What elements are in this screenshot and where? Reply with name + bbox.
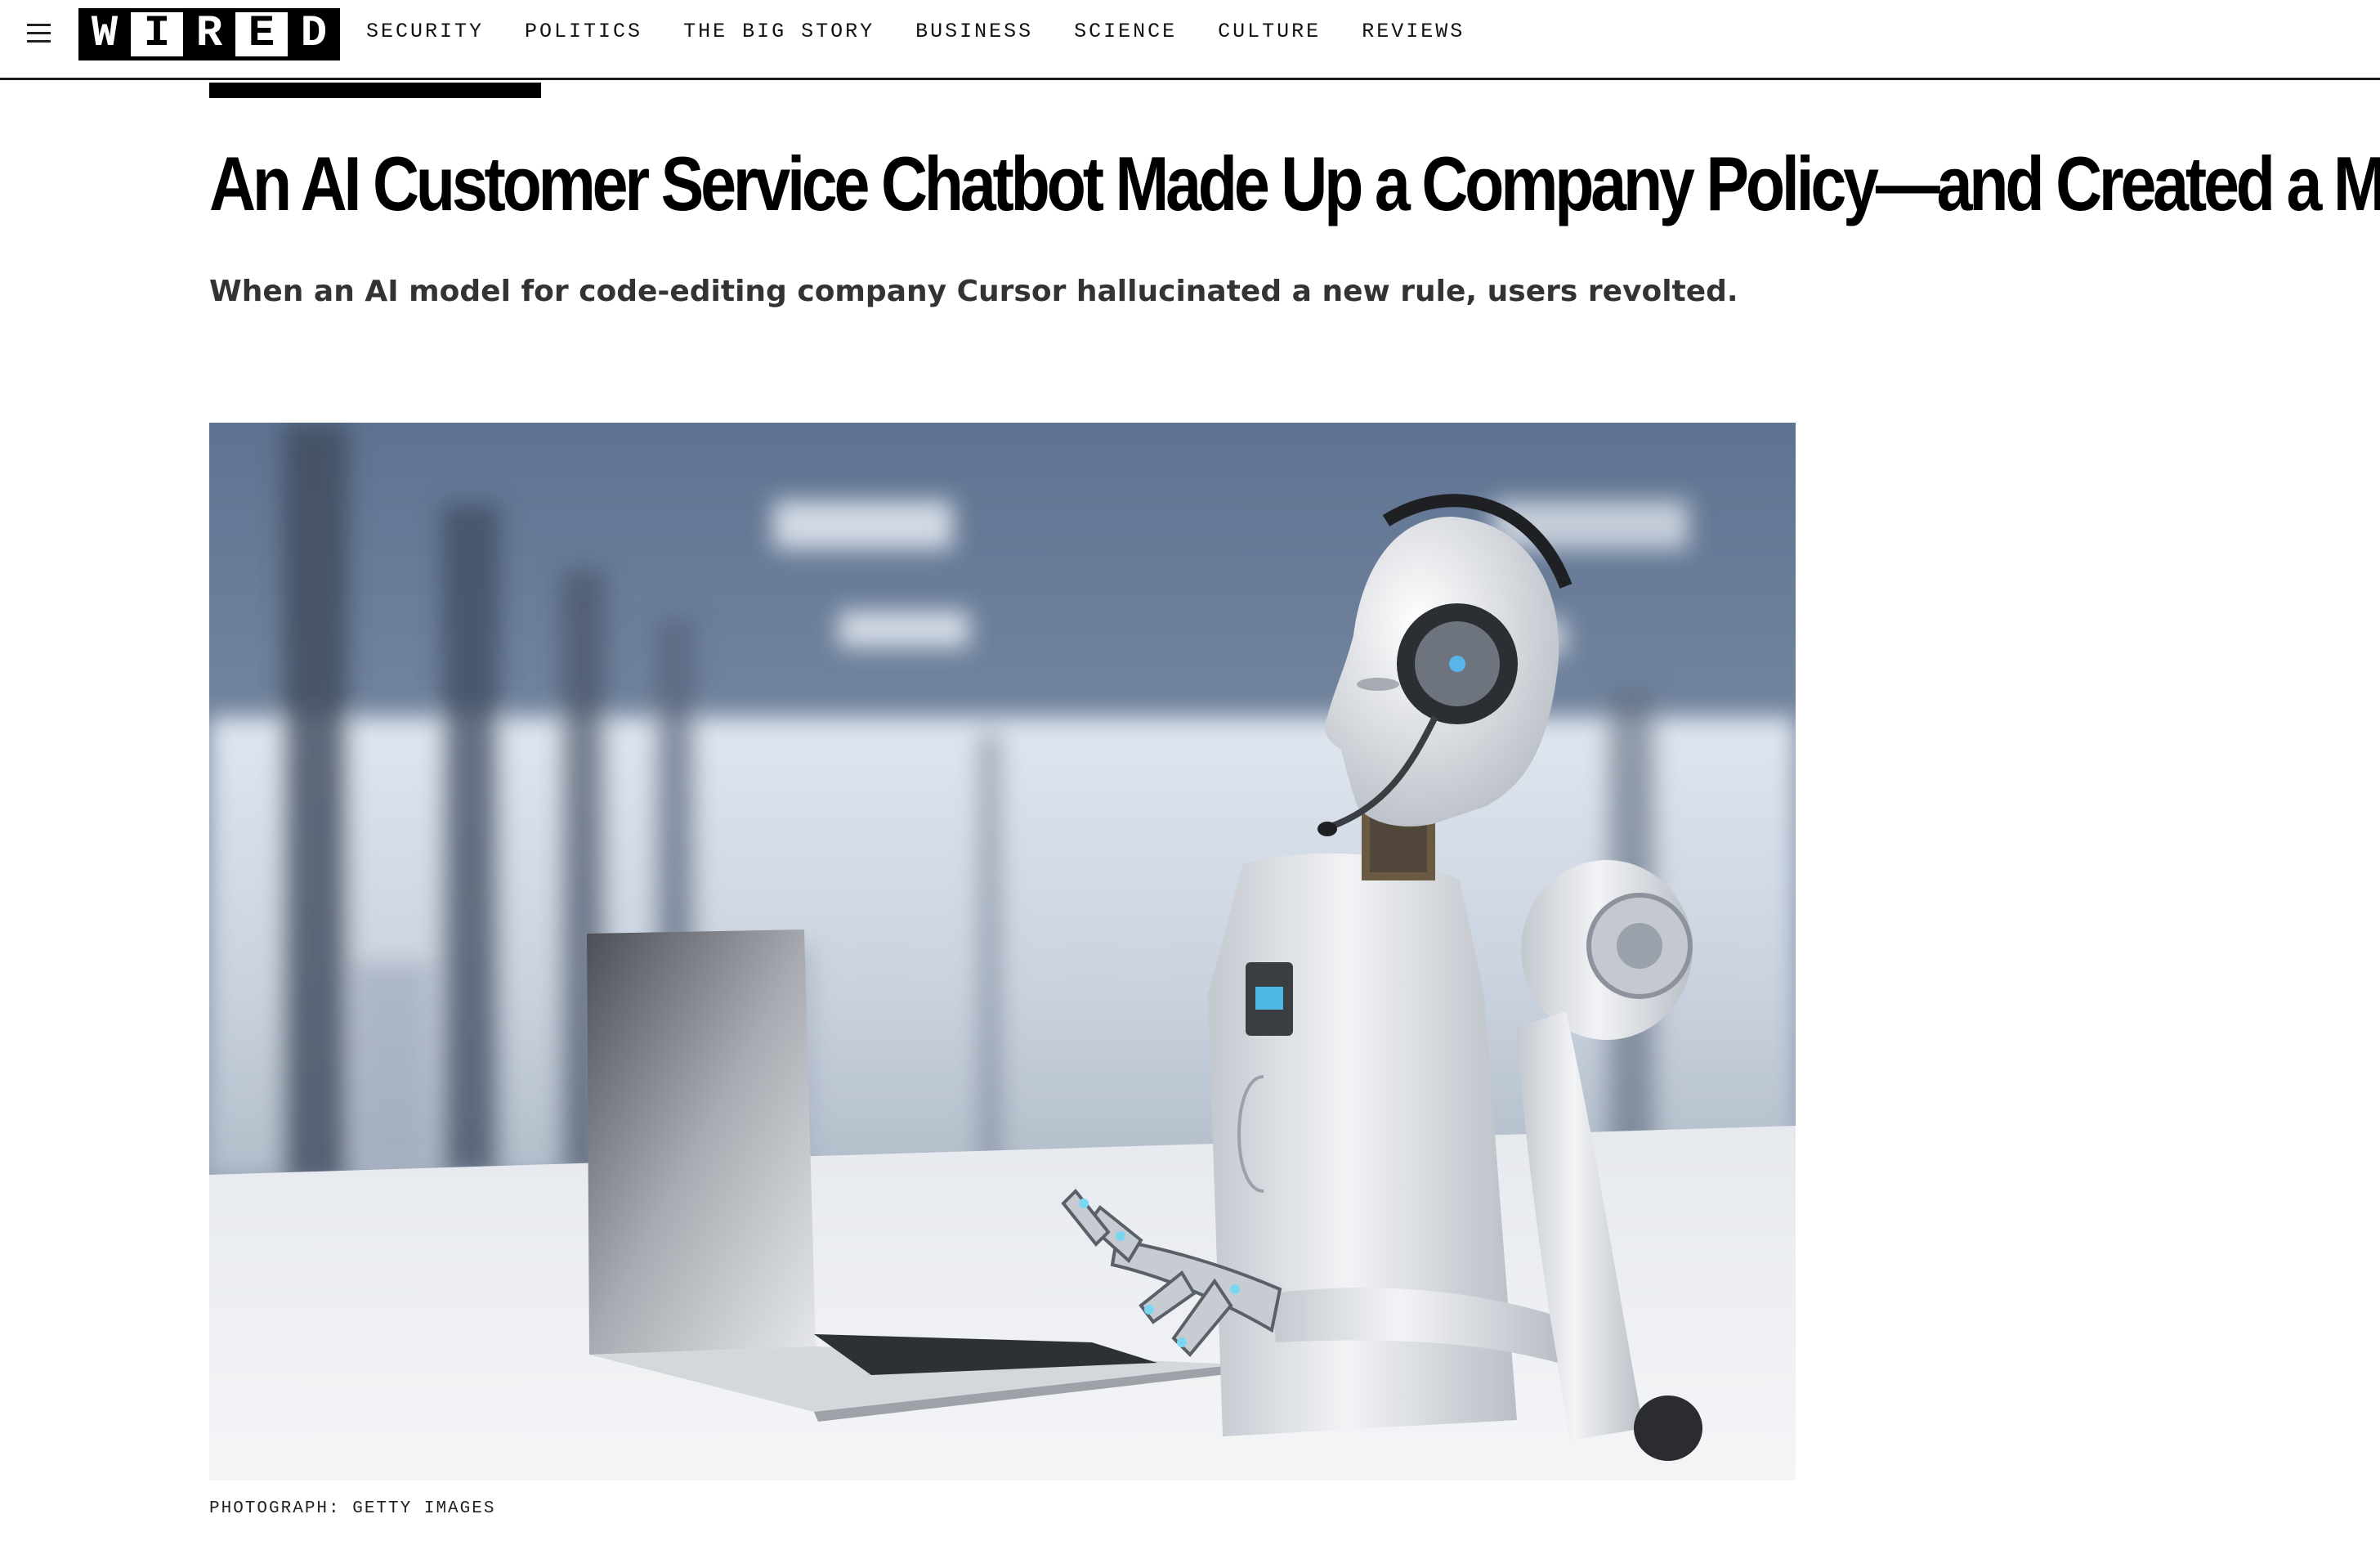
hero-image [209,423,1796,1481]
nav-link-culture[interactable]: CULTURE [1218,20,1321,43]
nav-link-the-big-story[interactable]: THE BIG STORY [683,20,875,43]
nav-link-science[interactable]: SCIENCE [1074,20,1177,43]
logo-letter-r: R [183,8,235,60]
photo-credit: PHOTOGRAPH: GETTY IMAGES [209,1499,496,1518]
article-headline: An AI Customer Service Chatbot Made Up a… [209,141,2380,226]
logo-letter-d: D [288,8,340,60]
logo-letter-e: E [235,8,288,60]
nav-link-politics[interactable]: POLITICS [525,20,642,43]
nav-link-reviews[interactable]: REVIEWS [1362,20,1465,43]
logo-letter-i: I [131,8,183,60]
article-dek: When an AI model for code-editing compan… [209,275,1738,308]
top-nav: W I R E D SECURITY POLITICS THE BIG STOR… [0,0,2380,80]
nav-link-business[interactable]: BUSINESS [915,20,1033,43]
section-nav: SECURITY POLITICS THE BIG STORY BUSINESS… [366,20,1505,43]
logo-letter-w: W [78,8,131,60]
rubric-bar [209,83,541,98]
menu-icon[interactable] [27,24,51,43]
nav-link-security[interactable]: SECURITY [366,20,484,43]
wired-logo[interactable]: W I R E D [78,8,340,60]
